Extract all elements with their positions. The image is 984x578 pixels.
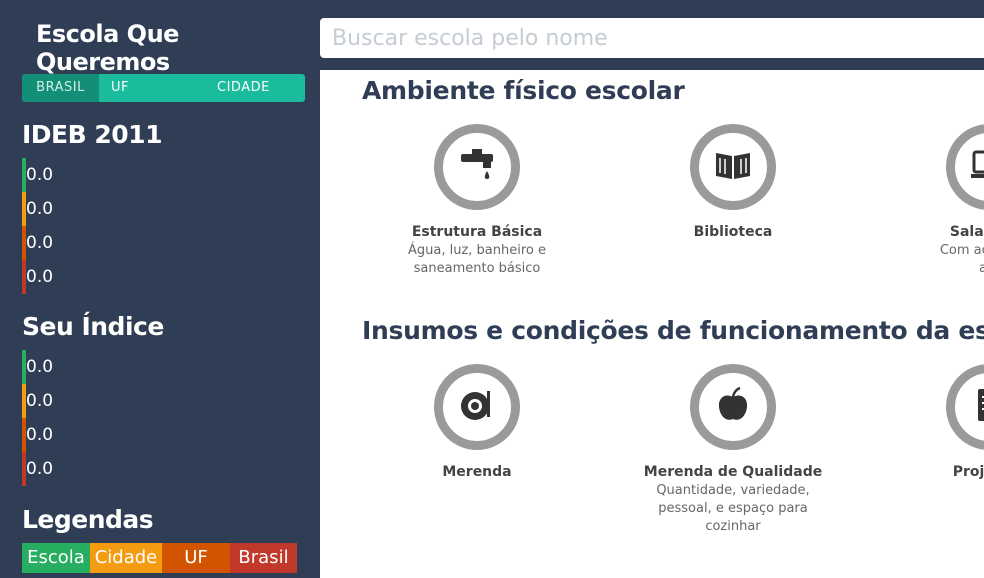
ideb-brasil-value: 0.0 <box>26 267 54 287</box>
uf-color-stripe <box>22 418 26 452</box>
card-title: Estrutura Básica <box>411 224 543 240</box>
legend: Escola Cidade UF Brasil <box>22 543 297 573</box>
ideb-escola-row: 0.0 <box>22 158 82 192</box>
estrutura-basica-circle <box>434 124 520 210</box>
indice-cidade-value: 0.0 <box>26 391 54 411</box>
ideb-cidade-row: 0.0 <box>22 192 82 226</box>
card-title: Merenda <box>442 464 512 480</box>
legend-cidade: Cidade <box>90 543 162 573</box>
document-icon <box>969 385 984 429</box>
ideb-brasil-row: 0.0 <box>22 260 82 294</box>
legend-title: Legendas <box>22 505 154 534</box>
card-title: Projeto P <box>952 464 984 480</box>
indice-escola-value: 0.0 <box>26 357 54 377</box>
ideb-values: 0.0 0.0 0.0 0.0 <box>22 158 82 294</box>
indice-cidade-row: 0.0 <box>22 384 82 418</box>
ideb-title: IDEB 2011 <box>22 120 162 149</box>
card-title: Merenda de Qualidade <box>643 464 823 480</box>
card-estrutura-basica[interactable]: Estrutura Básica Água, luz, banheiro e s… <box>377 124 577 278</box>
main-content: Ambiente físico escolar Estrutura Básica… <box>320 70 984 578</box>
plate-icon <box>457 385 497 429</box>
legend-escola: Escola <box>22 543 90 573</box>
ideb-cidade-value: 0.0 <box>26 199 54 219</box>
computer-icon <box>969 145 984 189</box>
merenda-circle <box>434 364 520 450</box>
card-title: Biblioteca <box>693 224 773 240</box>
indice-brasil-row: 0.0 <box>22 452 82 486</box>
seu-indice-title: Seu Índice <box>22 312 164 341</box>
legend-uf: UF <box>162 543 230 573</box>
ideb-uf-value: 0.0 <box>26 233 54 253</box>
merenda-qualidade-circle <box>690 364 776 450</box>
brasil-color-stripe <box>22 260 26 294</box>
faucet-icon <box>457 145 497 189</box>
brasil-color-stripe <box>22 452 26 486</box>
projeto-circle <box>946 364 984 450</box>
sidebar: Escola Que Queremos BRASIL UF CIDADE IDE… <box>0 0 320 578</box>
indice-brasil-value: 0.0 <box>26 459 54 479</box>
card-title: Sala de In <box>949 224 984 240</box>
biblioteca-circle <box>690 124 776 210</box>
card-merenda[interactable]: Merenda <box>377 364 577 480</box>
card-sala-informatica[interactable]: Sala de In Com acesso à i alu <box>889 124 984 278</box>
tab-cidade[interactable]: CIDADE <box>179 74 305 102</box>
legend-brasil: Brasil <box>230 543 297 573</box>
apple-icon <box>713 385 753 429</box>
sala-informatica-circle <box>946 124 984 210</box>
indice-uf-row: 0.0 <box>22 418 82 452</box>
cidade-color-stripe <box>22 384 26 418</box>
search-input[interactable] <box>320 18 984 58</box>
indice-uf-value: 0.0 <box>26 425 54 445</box>
tab-brasil[interactable]: BRASIL <box>22 74 99 102</box>
card-desc-line: Água, luz, banheiro e <box>407 243 546 258</box>
card-desc-line: pessoal, e espaço para <box>658 501 808 516</box>
card-merenda-qualidade[interactable]: Merenda de Qualidade Quantidade, varieda… <box>633 364 833 536</box>
card-desc-line: cozinhar <box>705 519 761 534</box>
section-heading-ambiente: Ambiente físico escolar <box>362 76 685 105</box>
card-desc-line: saneamento básico <box>413 261 541 276</box>
card-desc-line: Com acesso à i <box>939 243 984 258</box>
card-desc-line: Quantidade, variedade, <box>656 483 810 498</box>
escola-color-stripe <box>22 350 26 384</box>
app-title: Escola Que Queremos <box>36 20 179 76</box>
indice-escola-row: 0.0 <box>22 350 82 384</box>
tab-uf[interactable]: UF <box>99 74 179 102</box>
seu-indice-values: 0.0 0.0 0.0 0.0 <box>22 350 82 486</box>
card-projeto-pedagogico[interactable]: Projeto P <box>889 364 984 480</box>
section-heading-insumos: Insumos e condições de funcionamento da … <box>362 316 984 345</box>
card-biblioteca[interactable]: Biblioteca <box>633 124 833 240</box>
ideb-uf-row: 0.0 <box>22 226 82 260</box>
cidade-color-stripe <box>22 192 26 226</box>
scope-tabs: BRASIL UF CIDADE <box>22 74 305 102</box>
card-desc-line: alu <box>979 261 984 276</box>
escola-color-stripe <box>22 158 26 192</box>
ideb-escola-value: 0.0 <box>26 165 54 185</box>
uf-color-stripe <box>22 226 26 260</box>
book-icon <box>713 145 753 189</box>
